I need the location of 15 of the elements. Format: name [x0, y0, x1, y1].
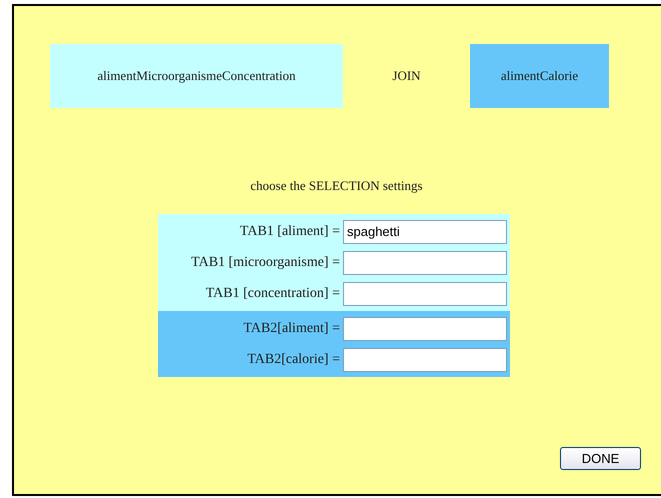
field-label: TAB2[calorie] =	[246, 352, 341, 368]
input-field[interactable]	[343, 250, 507, 274]
input-field[interactable]	[343, 348, 507, 372]
instruction-text: choose the SELECTION settings	[249, 178, 424, 194]
input-field[interactable]	[343, 282, 507, 306]
input-field[interactable]: spaghetti	[343, 220, 507, 244]
done-button[interactable]: DONE	[560, 447, 641, 470]
field-label: TAB1 [aliment] =	[238, 224, 341, 240]
field-label: TAB1 [microorganisme] =	[190, 254, 341, 270]
field-label: TAB2[aliment] =	[242, 320, 341, 336]
table-name-box: alimentCalorie	[470, 44, 609, 108]
table-name-box: alimentMicroorganismeConcentration	[50, 44, 343, 108]
input-field[interactable]	[343, 316, 507, 340]
join-label: JOIN	[391, 68, 422, 84]
field-label: TAB1 [concentration] =	[204, 286, 341, 302]
